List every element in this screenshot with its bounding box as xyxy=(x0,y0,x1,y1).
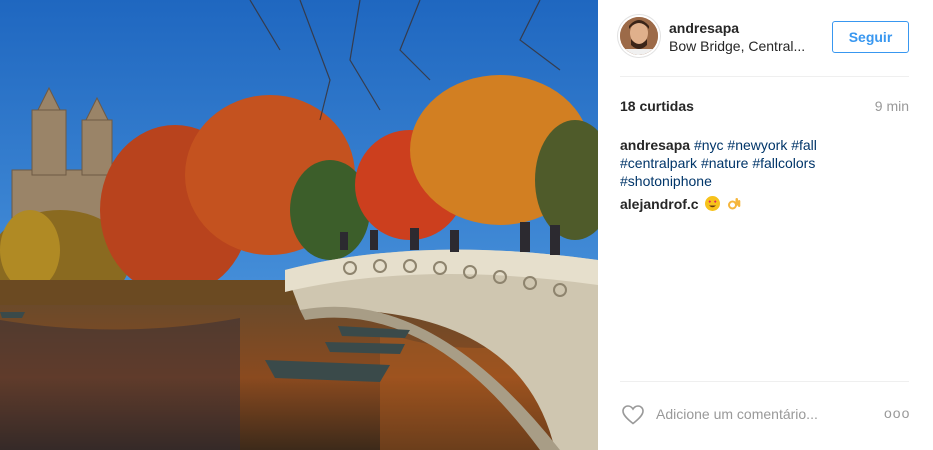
post-photo[interactable] xyxy=(0,0,598,450)
hashtag-fallcolors[interactable]: #fallcolors xyxy=(752,155,815,171)
hashtag-fall[interactable]: #fall xyxy=(791,137,817,153)
post-header: andresapa Bow Bridge, Central... Seguir xyxy=(598,0,933,76)
hashtag-centralpark[interactable]: #centralpark xyxy=(620,155,697,171)
post-time[interactable]: 9 min xyxy=(875,98,909,114)
location-link[interactable]: Bow Bridge, Central... xyxy=(669,38,821,54)
hashtag-nyc[interactable]: #nyc xyxy=(694,137,724,153)
caption: andresapa #nyc #newyork #fall #centralpa… xyxy=(620,136,910,190)
comment-item: alejandrof.c xyxy=(620,196,742,212)
hashtag-shotoniphone[interactable]: #shotoniphone xyxy=(620,173,712,189)
ok-hand-emoji-icon xyxy=(727,196,742,211)
photo-scene xyxy=(0,0,598,450)
username-link[interactable]: andresapa xyxy=(669,20,739,36)
post-panel: andresapa Bow Bridge, Central... Seguir … xyxy=(598,0,933,450)
more-options-button[interactable]: ooo xyxy=(884,405,910,421)
likes-count[interactable]: 18 curtidas xyxy=(620,98,694,114)
avatar[interactable] xyxy=(620,17,658,55)
hashtag-newyork[interactable]: #newyork xyxy=(727,137,787,153)
heart-icon[interactable] xyxy=(622,405,644,425)
divider xyxy=(620,381,909,382)
divider xyxy=(620,76,909,77)
comment-username[interactable]: alejandrof.c xyxy=(620,196,699,212)
avatar-image xyxy=(620,17,658,55)
follow-button[interactable]: Seguir xyxy=(832,21,909,53)
caption-username[interactable]: andresapa xyxy=(620,137,690,153)
heart-eyes-emoji-icon xyxy=(705,196,721,211)
comment-input[interactable]: Adicione um comentário... xyxy=(656,406,818,422)
hashtag-nature[interactable]: #nature xyxy=(701,155,748,171)
